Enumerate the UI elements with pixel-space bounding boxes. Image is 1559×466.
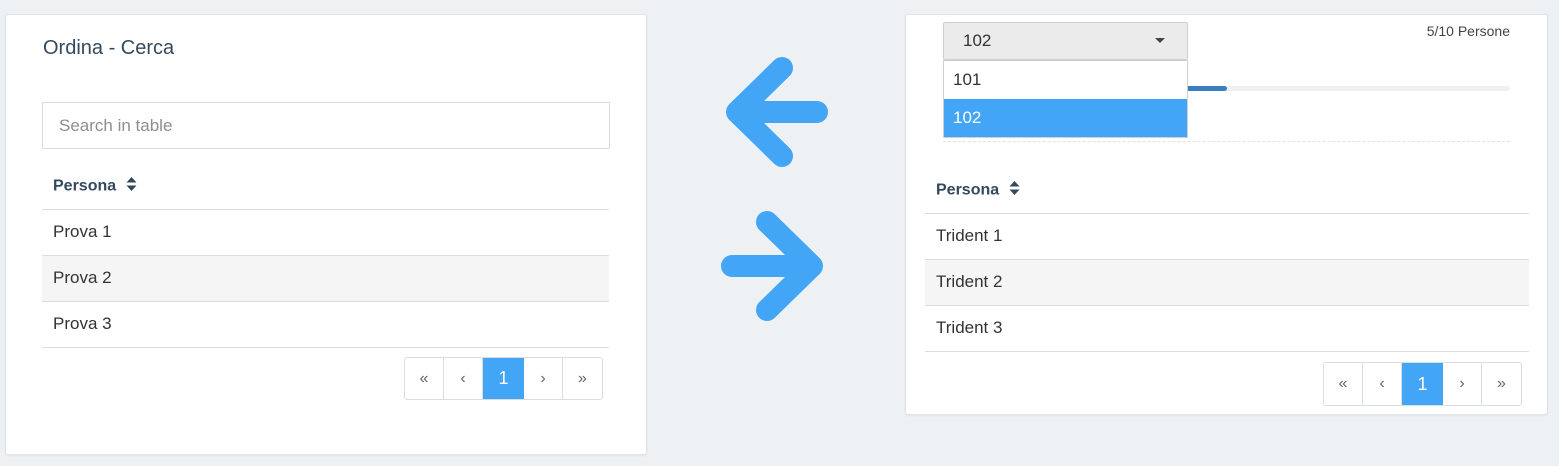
arrow-left-icon [720, 55, 832, 175]
right-panel: 102 5/10 Persone 101 102 Persona Trident… [905, 14, 1548, 415]
dropdown-option-selected[interactable]: 102 [944, 99, 1187, 137]
arrow-right-icon [717, 209, 829, 329]
table-cell: Trident 1 [925, 213, 1529, 260]
select-value: 102 [963, 31, 992, 50]
first-page-button[interactable]: « [1324, 363, 1363, 405]
next-page-button[interactable]: › [1443, 363, 1482, 405]
column-header-label: Persona [936, 181, 1000, 199]
pagination: « ‹ 1 › » [404, 357, 603, 400]
prev-page-button[interactable]: ‹ [444, 358, 483, 399]
pagination: « ‹ 1 › » [1323, 362, 1522, 406]
table-row: Prova 1 [42, 209, 609, 256]
first-page-button[interactable]: « [405, 358, 444, 399]
last-page-button[interactable]: » [1482, 363, 1521, 405]
table-row: Prova 2 [42, 255, 609, 302]
table-row: Trident 3 [925, 305, 1529, 352]
page-1-button[interactable]: 1 [1402, 363, 1443, 405]
table-row: Trident 2 [925, 259, 1529, 306]
last-page-button[interactable]: » [563, 358, 602, 399]
table-cell: Prova 1 [42, 209, 609, 256]
sort-icon[interactable] [126, 176, 137, 197]
column-header-persona[interactable]: Persona [925, 168, 1529, 214]
table-row: Prova 3 [42, 301, 609, 348]
table-cell: Prova 3 [42, 301, 609, 348]
column-header-label: Persona [53, 177, 117, 195]
panel-title: Ordina - Cerca [43, 37, 175, 59]
left-panel: Ordina - Cerca Persona Prova 1 Prova 2 P… [5, 14, 647, 455]
caret-down-icon [1155, 38, 1165, 43]
table-row: Trident 1 [925, 213, 1529, 260]
divider [943, 141, 1510, 142]
table-cell: Prova 2 [42, 255, 609, 302]
room-select[interactable]: 102 [943, 22, 1188, 60]
select-dropdown: 101 102 [943, 60, 1188, 138]
page-1-button[interactable]: 1 [483, 358, 524, 399]
persona-table: Persona Prova 1 Prova 2 Prova 3 [42, 164, 609, 348]
table-cell: Trident 3 [925, 305, 1529, 352]
next-page-button[interactable]: › [524, 358, 563, 399]
progress-label: 5/10 Persone [1426, 23, 1510, 39]
prev-page-button[interactable]: ‹ [1363, 363, 1402, 405]
search-input[interactable] [42, 102, 610, 149]
dropdown-option[interactable]: 101 [944, 61, 1187, 99]
column-header-persona[interactable]: Persona [42, 164, 609, 210]
persona-table: Persona Trident 1 Trident 2 Trident 3 [925, 168, 1529, 352]
table-cell: Trident 2 [925, 259, 1529, 306]
sort-icon[interactable] [1009, 180, 1020, 201]
